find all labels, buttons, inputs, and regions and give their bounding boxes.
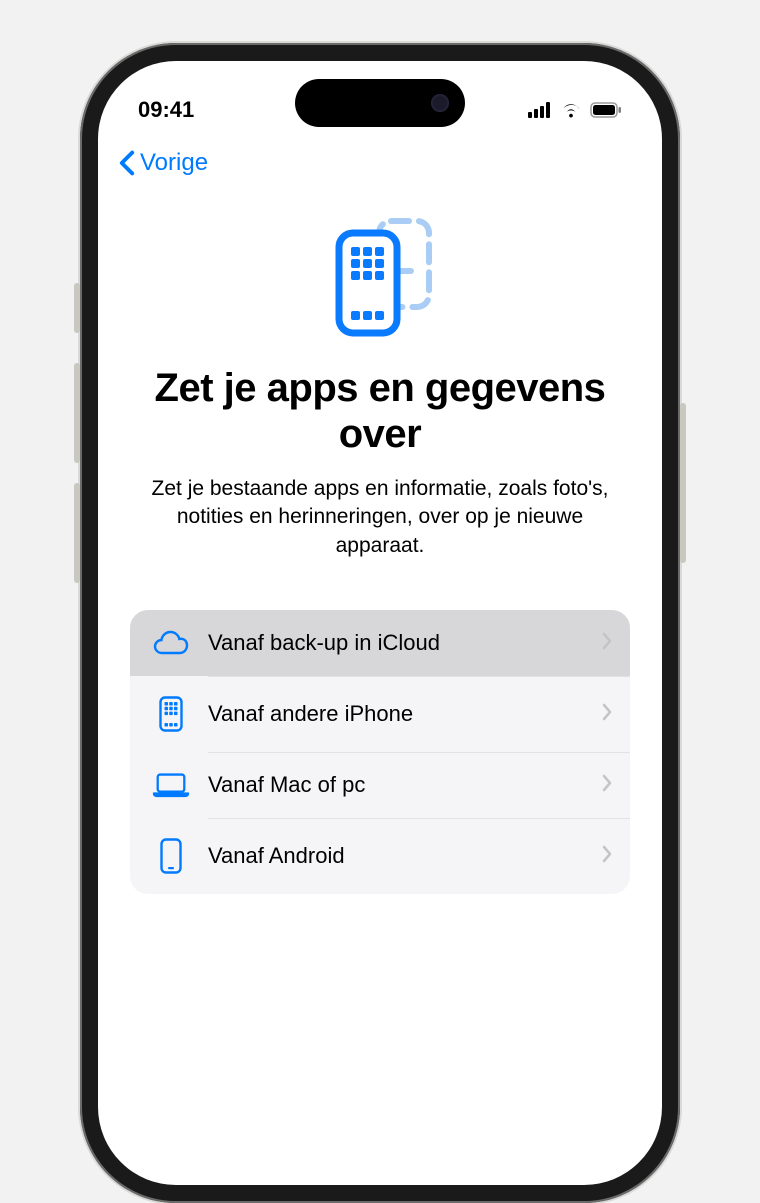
phone-frame: 09:41 Vorige (80, 43, 680, 1203)
iphone-apps-icon (152, 696, 190, 732)
page-subtitle: Zet je bestaande apps en informatie, zoa… (130, 475, 630, 560)
option-label: Vanaf back-up in iCloud (208, 630, 584, 656)
chevron-right-icon (602, 772, 612, 798)
screen: 09:41 Vorige (98, 61, 662, 1185)
front-camera (431, 94, 449, 112)
volume-down-button (74, 483, 80, 583)
side-button (74, 283, 80, 333)
chevron-right-icon (602, 843, 612, 869)
cellular-icon (528, 102, 552, 118)
volume-up-button (74, 363, 80, 463)
chevron-left-icon (118, 150, 136, 176)
option-icloud-backup[interactable]: Vanaf back-up in iCloud (130, 610, 630, 676)
option-mac-or-pc[interactable]: Vanaf Mac of pc (130, 752, 630, 818)
power-button (680, 403, 686, 563)
laptop-icon (152, 772, 190, 798)
wifi-icon (560, 102, 582, 118)
phone-outline-icon (152, 838, 190, 874)
cloud-icon (152, 630, 190, 656)
page-title: Zet je apps en gegevens over (130, 365, 630, 457)
option-label: Vanaf Mac of pc (208, 772, 584, 798)
transfer-options-list: Vanaf back-up in iCloud Vanaf andere iPh… (130, 610, 630, 894)
transfer-hero-icon (130, 215, 630, 345)
chevron-right-icon (602, 630, 612, 656)
chevron-right-icon (602, 701, 612, 727)
battery-icon (590, 102, 622, 118)
option-label: Vanaf Android (208, 843, 584, 869)
option-android[interactable]: Vanaf Android (130, 818, 630, 894)
option-another-iphone[interactable]: Vanaf andere iPhone (130, 676, 630, 752)
nav-back-label: Vorige (140, 149, 208, 177)
nav-back[interactable]: Vorige (98, 141, 662, 185)
option-label: Vanaf andere iPhone (208, 701, 584, 727)
status-time: 09:41 (138, 97, 194, 123)
dynamic-island (295, 79, 465, 127)
